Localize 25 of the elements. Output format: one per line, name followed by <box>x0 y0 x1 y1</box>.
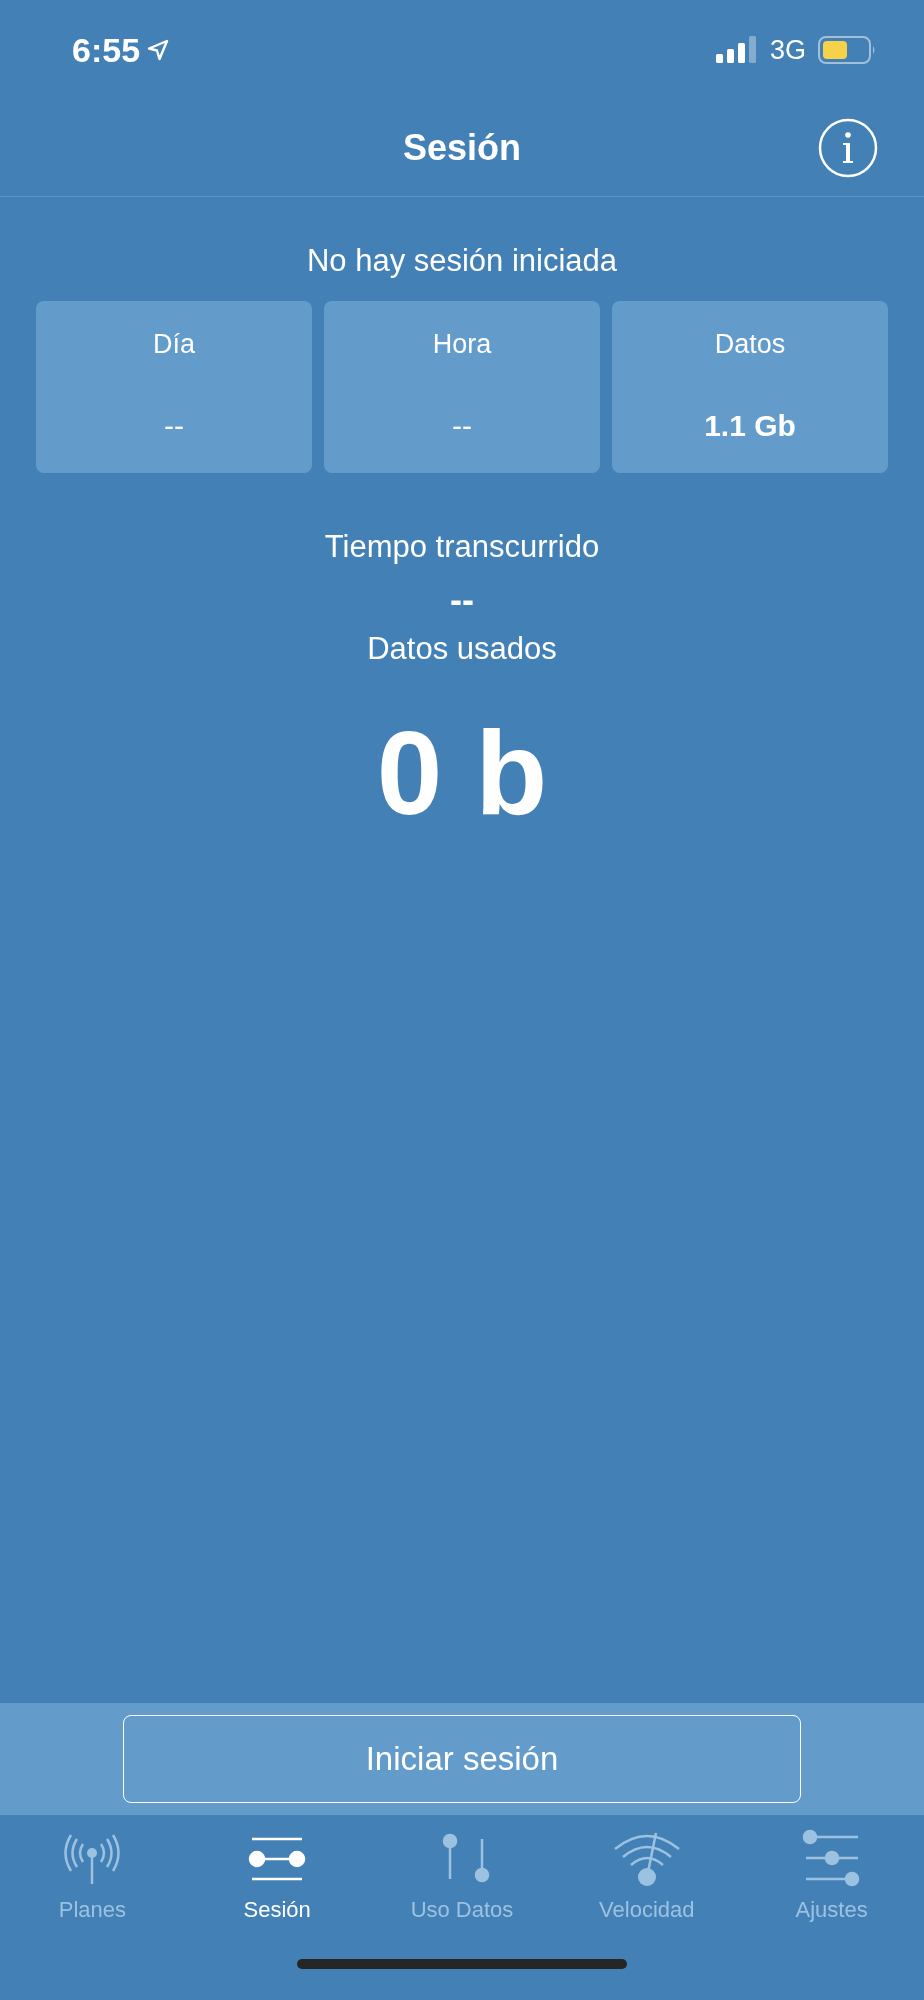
tab-item[interactable]: Sesión <box>184 1829 370 1949</box>
card-label: Hora <box>432 329 492 360</box>
settings-icon <box>801 1829 862 1889</box>
elapsed-label: Tiempo transcurrido <box>324 529 600 565</box>
screen-title: Sesión <box>402 127 521 169</box>
tab-item[interactable]: Ajustes <box>739 1829 924 1949</box>
network-type: 3G <box>769 34 806 66</box>
clock-time: 6:55 <box>72 30 141 70</box>
battery-icon <box>818 36 876 64</box>
tab-item[interactable]: Uso Datos <box>369 1829 555 1949</box>
location-arrow-icon <box>146 38 171 62</box>
card-value: -- <box>164 409 184 443</box>
info-icon[interactable] <box>818 118 878 178</box>
tab-item[interactable]: Velocidad <box>554 1829 740 1949</box>
session-status: No hay sesión iniciada <box>306 243 618 279</box>
card-value: -- <box>452 409 472 443</box>
used-value: 0 b <box>376 706 548 841</box>
tab-item[interactable]: Planes <box>0 1829 185 1949</box>
elapsed-value: -- <box>450 579 474 621</box>
card-value: 1.1 Gb <box>704 409 796 443</box>
card-label: Datos <box>714 329 786 360</box>
card-label: Día <box>153 329 195 360</box>
start-session-button[interactable]: Iniciar sesión <box>123 1715 801 1803</box>
used-label: Datos usados <box>367 631 557 667</box>
signal-icon <box>715 36 758 64</box>
